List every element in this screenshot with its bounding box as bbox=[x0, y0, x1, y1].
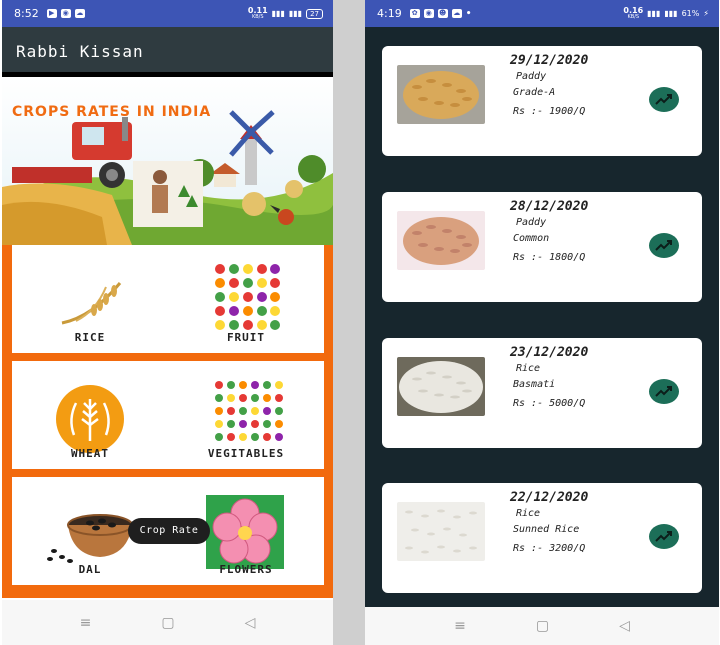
net-unit: KB/S bbox=[251, 13, 264, 20]
category-label-vegitables: VEGITABLES bbox=[207, 447, 285, 460]
app-title: Rabbi Kissan bbox=[2, 27, 333, 72]
rate-date: 23/12/2020 bbox=[510, 345, 589, 360]
dal-bowl-icon bbox=[47, 514, 133, 563]
rate-date: 22/12/2020 bbox=[510, 490, 589, 505]
rate-card[interactable]: 28/12/2020 Paddy Common Rs :- 1800/Q bbox=[382, 192, 702, 302]
rate-price: Rs :- 1800/Q bbox=[513, 252, 586, 263]
category-label-flowers: FLOWERS bbox=[219, 563, 273, 576]
rate-variety: Basmati bbox=[513, 379, 556, 390]
rate-price: Rs :- 1900/Q bbox=[513, 106, 586, 117]
rates-list: 29/12/2020 Paddy Grade-A Rs :- 1900/Q 28… bbox=[365, 27, 719, 607]
messenger-icon: ☻ bbox=[437, 9, 448, 18]
screenshot-divider bbox=[333, 0, 365, 645]
rate-crop: Paddy bbox=[516, 217, 547, 228]
rate-price: Rs :- 3200/Q bbox=[513, 543, 586, 554]
status-time: 4:19 bbox=[377, 7, 402, 20]
rate-variety: Common bbox=[513, 233, 550, 244]
category-label-rice: RICE bbox=[74, 331, 106, 344]
status-time: 8:52 bbox=[14, 7, 39, 20]
rate-crop: Paddy bbox=[516, 71, 547, 82]
battery-text: 61% bbox=[681, 9, 700, 18]
flower-icon bbox=[206, 495, 284, 569]
rice-stalk-icon bbox=[61, 282, 122, 325]
trending-up-button[interactable] bbox=[649, 524, 679, 549]
vegetables-grid-icon bbox=[215, 381, 283, 441]
rate-card[interactable]: 29/12/2020 Paddy Grade-A Rs :- 1900/Q bbox=[382, 46, 702, 156]
trending-up-icon bbox=[655, 531, 672, 542]
home-button[interactable]: ▢ bbox=[161, 615, 174, 631]
net-unit: KB/S bbox=[627, 13, 640, 20]
rate-crop: Rice bbox=[516, 508, 541, 519]
signal-icon-2: ▮▮▮ bbox=[664, 9, 678, 18]
charging-icon: ⚡ bbox=[703, 9, 709, 18]
rate-card[interactable]: 22/12/2020 Rice Sunned Rice Rs :- 3200/Q bbox=[382, 483, 702, 593]
system-nav-bar: ≡ ▢ ◁ bbox=[2, 600, 333, 645]
camera-icon: ◉ bbox=[423, 9, 434, 18]
rate-variety: Sunned Rice bbox=[513, 524, 580, 535]
category-wheat[interactable]: WHEAT bbox=[12, 361, 168, 469]
rate-variety: Grade-A bbox=[513, 87, 556, 98]
home-button[interactable]: ▢ bbox=[536, 618, 549, 634]
rice-basmati-image bbox=[397, 357, 485, 416]
category-row: WHEAT VEGITABLES bbox=[12, 361, 324, 469]
trending-up-icon bbox=[655, 386, 672, 397]
settings-icon: ✿ bbox=[409, 9, 420, 18]
status-bar: 4:19 ✿ ◉ ☻ ☁ • 0.16 KB/S ▮▮▮ ▮▮▮ 61% ⚡ bbox=[365, 0, 719, 27]
fruit-grid-icon bbox=[212, 261, 282, 333]
paddy-grade-a-image bbox=[397, 65, 485, 124]
youtube-icon: ▶ bbox=[46, 9, 57, 18]
wheat-badge-icon bbox=[56, 385, 124, 453]
banner-image: CROPS RATES IN INDIA bbox=[2, 77, 333, 245]
trending-up-button[interactable] bbox=[649, 87, 679, 112]
category-label-dal: DAL bbox=[78, 563, 102, 576]
rate-date: 28/12/2020 bbox=[510, 199, 589, 214]
battery-icon: 27 bbox=[306, 8, 323, 19]
category-grid: RICE FRUIT WHEAT VEGITABLES DAL FLOWERS bbox=[2, 245, 333, 598]
banner-title: CROPS RATES IN INDIA bbox=[12, 104, 212, 120]
rice-sunned-image bbox=[397, 502, 485, 561]
cloud-icon: ☁ bbox=[451, 9, 462, 18]
category-vegitables[interactable]: VEGITABLES bbox=[168, 361, 324, 469]
camera-icon: ◉ bbox=[60, 9, 71, 18]
signal-icon: ▮▮▮ bbox=[271, 9, 285, 18]
rate-date: 29/12/2020 bbox=[510, 53, 589, 68]
net-speed: 0.11 bbox=[247, 5, 268, 15]
trending-up-button[interactable] bbox=[649, 379, 679, 404]
status-bar: 8:52 ▶ ◉ ☁ 0.11 KB/S ▮▮▮ ▮▮▮ 27 bbox=[2, 0, 333, 27]
paddy-common-image bbox=[397, 211, 485, 270]
back-button[interactable]: ◁ bbox=[245, 615, 256, 631]
recents-button[interactable]: ≡ bbox=[80, 615, 92, 631]
signal-icon-2: ▮▮▮ bbox=[288, 9, 303, 18]
trending-up-button[interactable] bbox=[649, 233, 679, 258]
rate-price: Rs :- 5000/Q bbox=[513, 398, 586, 409]
category-row: RICE FRUIT bbox=[12, 245, 324, 353]
system-nav-bar: ≡ ▢ ◁ bbox=[365, 607, 719, 645]
signal-icon: ▮▮▮ bbox=[647, 9, 661, 18]
category-rice[interactable]: RICE bbox=[12, 245, 168, 353]
net-speed: 0.16 bbox=[623, 5, 644, 15]
trending-up-icon bbox=[655, 240, 672, 251]
trending-up-icon bbox=[655, 94, 672, 105]
category-fruit[interactable]: FRUIT bbox=[168, 245, 324, 353]
crop-rate-tooltip: Crop Rate bbox=[128, 518, 210, 544]
recents-button[interactable]: ≡ bbox=[454, 618, 466, 634]
cloud-icon: ☁ bbox=[74, 9, 85, 18]
back-button[interactable]: ◁ bbox=[619, 618, 630, 634]
category-label-fruit: FRUIT bbox=[226, 331, 266, 344]
right-phone-screen: 4:19 ✿ ◉ ☻ ☁ • 0.16 KB/S ▮▮▮ ▮▮▮ 61% ⚡ 2… bbox=[365, 0, 719, 645]
rate-crop: Rice bbox=[516, 363, 541, 374]
left-phone-screen: 8:52 ▶ ◉ ☁ 0.11 KB/S ▮▮▮ ▮▮▮ 27 Rabbi Ki… bbox=[2, 0, 333, 645]
rate-card[interactable]: 23/12/2020 Rice Basmati Rs :- 5000/Q bbox=[382, 338, 702, 448]
category-label-wheat: WHEAT bbox=[70, 447, 110, 460]
more-dot-icon: • bbox=[465, 8, 472, 19]
